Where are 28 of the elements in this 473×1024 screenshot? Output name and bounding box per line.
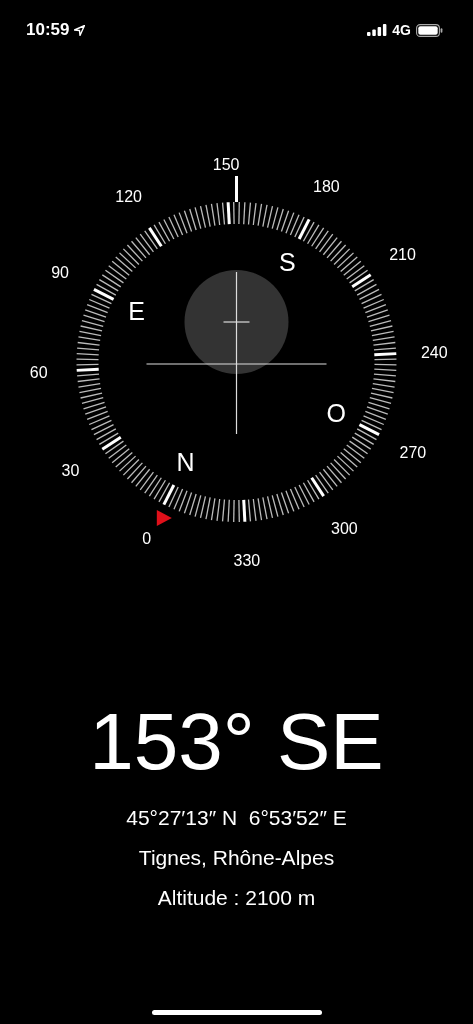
- battery-icon: [416, 23, 443, 37]
- degree-label: 240: [420, 343, 448, 361]
- home-indicator[interactable]: [152, 1010, 322, 1015]
- degree-label: 150: [212, 156, 240, 174]
- target-marker-icon: [156, 509, 172, 526]
- cardinal-label: O: [326, 398, 346, 427]
- degree-label: 60: [29, 364, 48, 382]
- degree-label: 330: [233, 551, 261, 569]
- heading-indicator: [235, 176, 238, 202]
- coordinates-text: 45°27′13″ N 6°53′52″ E: [126, 805, 347, 831]
- cardinal-label: E: [128, 297, 146, 326]
- degree-label: 300: [331, 520, 358, 538]
- network-type: 4G: [392, 22, 411, 38]
- cardinal-label: S: [279, 248, 296, 277]
- altitude-text: Altitude : 2100 m: [157, 885, 316, 911]
- degree-label: 0: [142, 530, 152, 548]
- heading-reading: 153° SE: [89, 698, 384, 786]
- signal-icon: [367, 24, 388, 36]
- degree-label: 270: [399, 443, 427, 461]
- degree-label: 180: [313, 177, 340, 195]
- degree-label: 120: [115, 187, 142, 205]
- location-name: Tignes, Rhône-Alpes: [138, 845, 335, 871]
- degree-label: 90: [51, 264, 69, 282]
- location-arrow-icon: [74, 24, 86, 36]
- degree-label: 210: [389, 246, 416, 264]
- degree-label: 30: [61, 461, 80, 479]
- clock-time: 10:59: [26, 20, 70, 40]
- cardinal-label: N: [176, 447, 195, 476]
